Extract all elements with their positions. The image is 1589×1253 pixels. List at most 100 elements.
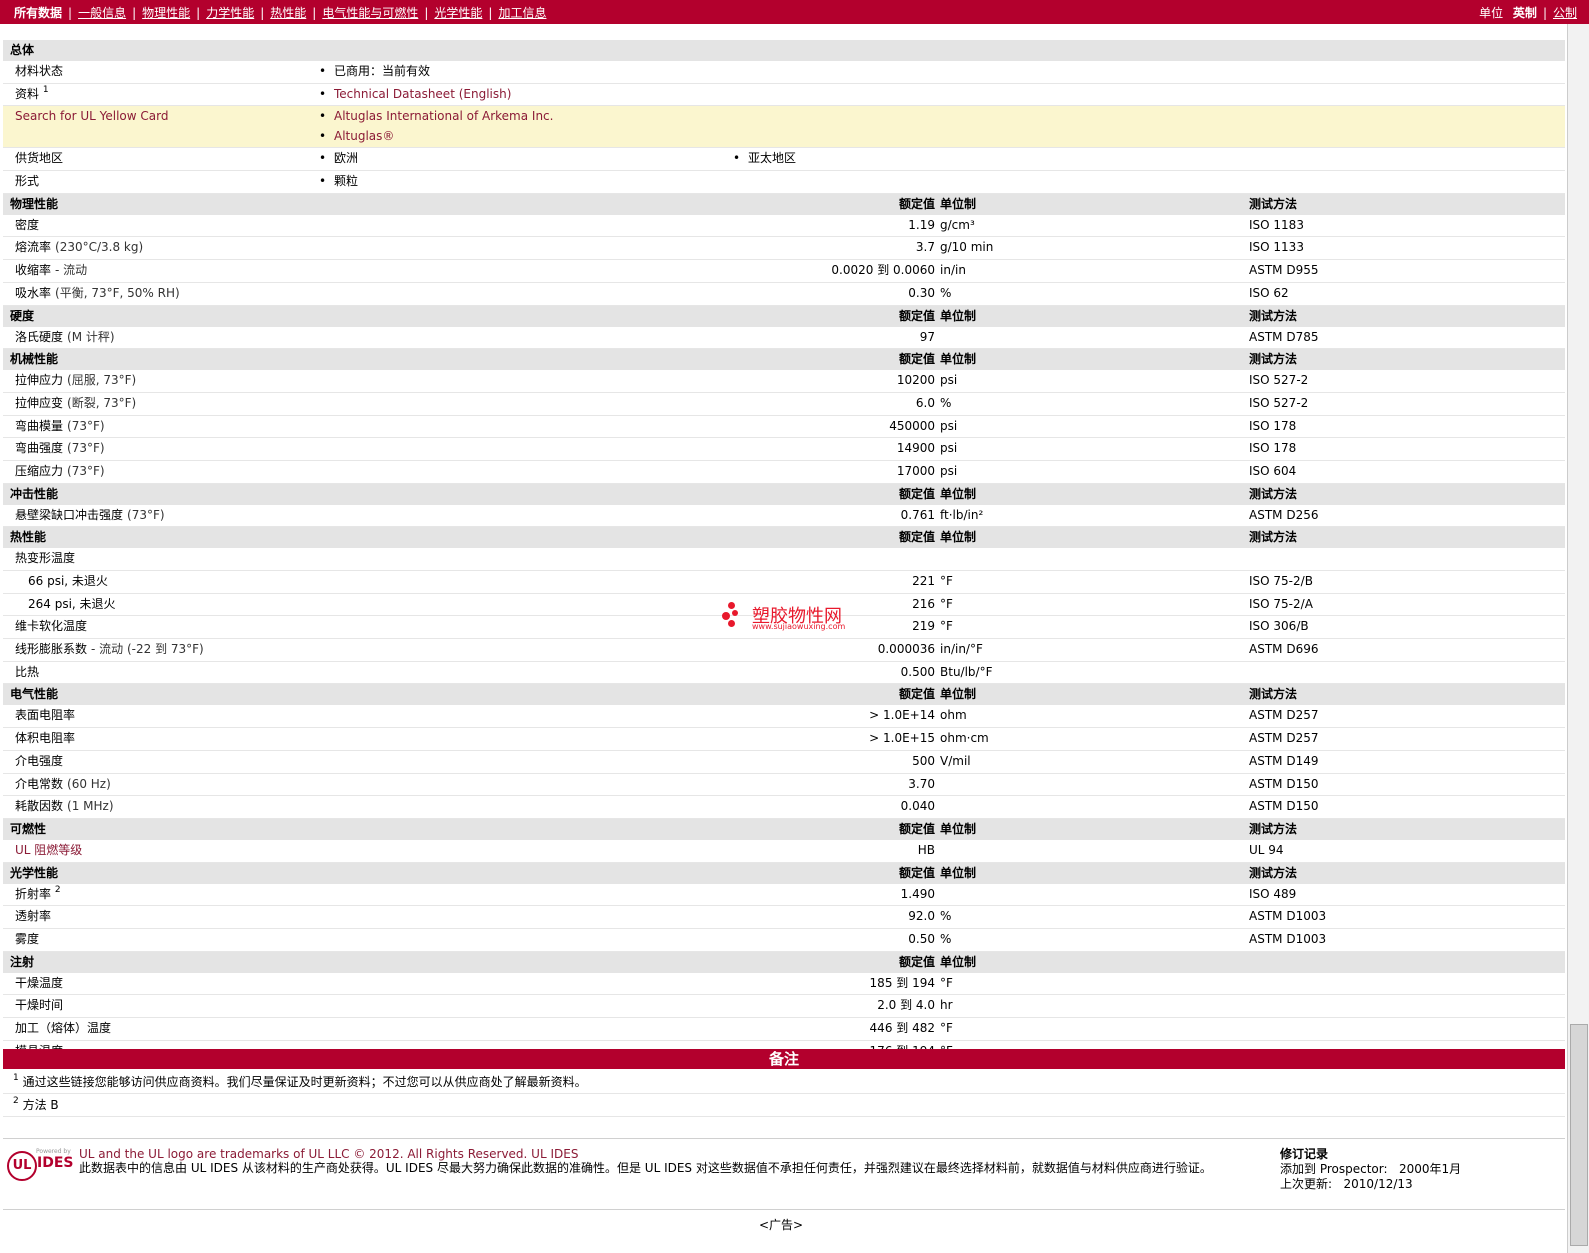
added-date: 2000年1月 [1398, 1162, 1462, 1176]
property-row: 介电强度 500 V/mil ASTM D149 [3, 751, 1565, 774]
row-hdt-label: 热变形温度 [3, 548, 1565, 571]
property-unit: % [940, 909, 952, 924]
property-unit: % [940, 285, 952, 300]
tab-thermal[interactable]: 热性能 [270, 6, 306, 20]
column-header-value: 额定值 [898, 308, 935, 323]
property-condition: (1 MHz) [67, 799, 114, 814]
property-value: 97 [919, 329, 935, 344]
test-method: ISO 1133 [1249, 240, 1304, 255]
unit-metric-link[interactable]: 公制 [1553, 6, 1577, 20]
column-header-unit: 单位制 [940, 954, 977, 969]
property-value: 0.000036 [877, 642, 935, 657]
datasheet-table: 总体 材料状态 已商用：当前有效 资料 1 Technical Datashee… [3, 40, 1565, 1064]
property-name-cell: 熔流率 (230°C/3.8 kg) [15, 237, 143, 258]
property-name-cell: 比热 [15, 662, 39, 683]
property-name: 介电常数 [15, 776, 64, 791]
revision-title: 修订记录 [1280, 1147, 1329, 1161]
test-method: ISO 527-2 [1249, 395, 1309, 410]
trademark-notice[interactable]: UL and the UL logo are trademarks of UL … [79, 1147, 1259, 1161]
column-header-test: 测试方法 [1249, 687, 1298, 702]
supplier-link[interactable]: Altuglas International of Arkema Inc. [334, 109, 553, 123]
property-name-cell: 维卡软化温度 [15, 616, 87, 637]
tab-physical[interactable]: 物理性能 [142, 6, 190, 20]
test-method: ASTM D149 [1249, 753, 1319, 768]
form-label: 形式 [15, 174, 40, 189]
updated-label: 上次更新: [1280, 1177, 1333, 1191]
test-method: ISO 604 [1249, 463, 1297, 478]
property-value: 0.0020 到 0.0060 [831, 263, 935, 278]
property-name: 体积电阻率 [15, 731, 76, 746]
property-row: 耗散因数 (1 MHz) 0.040 ASTM D150 [3, 796, 1565, 819]
property-condition: (73°F) [127, 507, 165, 522]
property-name-cell: 弯曲强度 (73°F) [15, 438, 105, 459]
disclaimer-text: 此数据表中的信息由 UL IDES 从该材料的生产商处获得。UL IDES 尽最… [79, 1161, 1212, 1175]
test-method: ISO 489 [1249, 886, 1297, 901]
column-header-test: 测试方法 [1249, 352, 1298, 367]
test-method: ASTM D1003 [1249, 909, 1327, 924]
vertical-scrollbar[interactable] [1567, 24, 1589, 1253]
property-row: 干燥时间 2.0 到 4.0 hr [3, 995, 1565, 1018]
section-title: 光学性能 [10, 865, 59, 880]
property-condition: (屈服, 73°F) [67, 373, 137, 388]
property-unit: g/10 min [940, 240, 994, 255]
test-method: ISO 178 [1249, 418, 1297, 433]
column-header-value: 额定值 [898, 530, 935, 545]
property-condition: (60 Hz) [67, 776, 111, 791]
column-header-value: 额定值 [898, 196, 935, 211]
property-unit: °F [940, 596, 953, 611]
property-unit: psi [940, 418, 958, 433]
property-name: 悬壁梁缺口冲击强度 [15, 507, 124, 522]
scrollbar-thumb[interactable] [1570, 1024, 1588, 1246]
section-title: 注射 [10, 954, 35, 969]
property-name: 折射率 [15, 886, 52, 901]
tab-general-info[interactable]: 一般信息 [78, 6, 126, 20]
property-name-cell: 洛氏硬度 (M 计秤) [15, 327, 115, 348]
property-unit: °F [940, 975, 953, 990]
ides-logo: IDES [37, 1155, 74, 1171]
property-name-cell: 吸水率 (平衡, 73°F, 50% RH) [15, 283, 180, 304]
property-name: 加工（熔体）温度 [15, 1021, 112, 1035]
tab-processing[interactable]: 加工信息 [498, 6, 546, 20]
property-row: 比热 0.500 Btu/lb/°F [3, 662, 1565, 685]
column-header-value: 额定值 [898, 687, 935, 702]
row-documents: 资料 1 Technical Datasheet (English) [3, 84, 1565, 107]
property-row: 熔流率 (230°C/3.8 kg) 3.7 g/10 min ISO 1133 [3, 237, 1565, 261]
property-name-cell: 介电常数 (60 Hz) [15, 774, 111, 795]
status-label: 材料状态 [15, 64, 64, 78]
tab-all-data[interactable]: 所有数据 [14, 6, 62, 20]
tab-mechanical[interactable]: 力学性能 [206, 6, 254, 20]
yellow-card-search-link[interactable]: Search for UL Yellow Card [15, 106, 168, 127]
column-header-value: 额定值 [898, 865, 935, 880]
property-row: 压缩应力 (73°F) 17000 psi ISO 604 [3, 461, 1565, 484]
property-row: 表面电阻率 > 1.0E+14 ohm ASTM D257 [3, 705, 1565, 729]
section-header-electrical: 电气性能 额定值 单位制 测试方法 [3, 684, 1565, 706]
technical-datasheet-link[interactable]: Technical Datasheet (English) [334, 87, 511, 101]
property-name: 弯曲强度 [15, 441, 64, 456]
tab-electrical-flammability[interactable]: 电气性能与可燃性 [322, 6, 418, 20]
ul-rating-link[interactable]: UL 阻燃等级 [15, 843, 82, 857]
property-row: 线形膨胀系数 - 流动 (-22 到 73°F) 0.000036 in/in/°F A… [3, 639, 1565, 662]
property-name: 干燥时间 [15, 998, 64, 1013]
property-name: 拉伸应力 [15, 373, 64, 388]
property-name: 雾度 [15, 931, 40, 946]
brand-link[interactable]: Altuglas® [334, 129, 394, 143]
property-value: 185 到 194 [869, 975, 935, 990]
property-value: 446 到 482 [869, 1021, 935, 1035]
property-value: 2.0 到 4.0 [877, 998, 935, 1013]
property-unit: ohm [940, 708, 967, 723]
region-label: 供货地区 [15, 151, 64, 166]
section-header-hardness: 硬度 额定值 单位制 测试方法 [3, 305, 1565, 327]
tab-optical[interactable]: 光学性能 [434, 6, 482, 20]
property-name: 弯曲模量 [15, 418, 64, 433]
section-header-mechanical: 机械性能 额定值 单位制 测试方法 [3, 349, 1565, 371]
form-value: 颗粒 [319, 171, 358, 192]
property-name: 264 psi, 未退火 [28, 596, 116, 611]
property-unit: V/mil [940, 753, 971, 768]
property-unit: hr [940, 998, 953, 1013]
property-unit: % [940, 931, 952, 946]
property-value: 0.500 [900, 664, 935, 679]
revision-history: 修订记录 添加到 Prospector: 2000年1月 上次更新: 2010/… [1280, 1147, 1461, 1192]
section-header-general: 总体 [3, 40, 1565, 61]
top-navigation: 所有数据 | 一般信息 | 物理性能 | 力学性能 | 热性能 | 电气性能与可燃性 | 光学性能 | 加工… [0, 0, 1589, 24]
property-row: 弯曲模量 (73°F) 450000 psi ISO 178 [3, 416, 1565, 439]
